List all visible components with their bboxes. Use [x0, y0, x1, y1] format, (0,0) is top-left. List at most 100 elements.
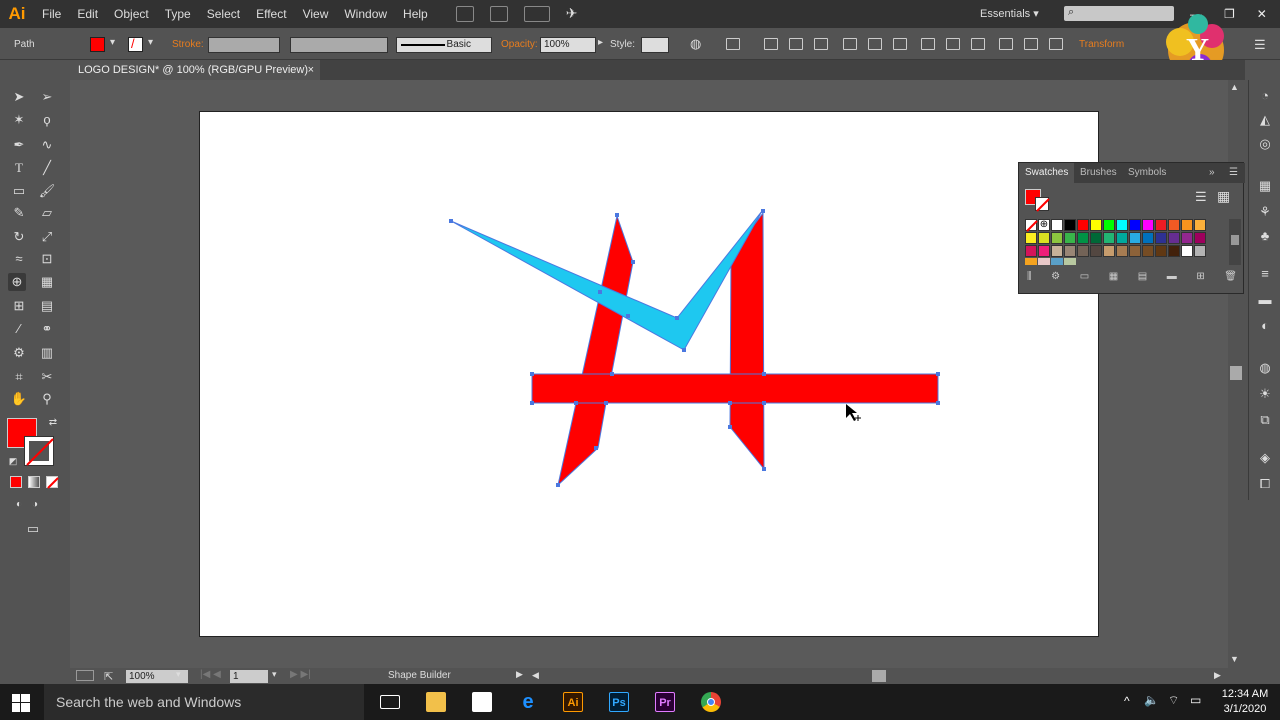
swatch-row2-5[interactable]	[1090, 232, 1102, 244]
export-icon[interactable]: ⇱	[104, 670, 113, 683]
swatch-row2-6[interactable]	[1103, 232, 1115, 244]
scroll-down-icon[interactable]: ▼	[1230, 654, 1239, 664]
swatch-row3-12[interactable]	[1181, 245, 1193, 257]
pen-tool-icon[interactable]: ✒	[10, 136, 28, 154]
left-red-leg[interactable]	[557, 214, 634, 487]
direct-selection-tool-icon[interactable]: ➢	[38, 88, 56, 106]
zoom-tool-icon[interactable]: ⚲	[38, 390, 56, 408]
swatch-row3-8[interactable]	[1129, 245, 1141, 257]
symbol-sprayer-tool-icon[interactable]: ⚙	[10, 344, 28, 362]
eraser-tool-icon[interactable]: ▱	[38, 204, 56, 222]
rotate-tool-icon[interactable]: ↻	[10, 228, 28, 246]
width-tool-icon[interactable]: ≈	[10, 250, 28, 268]
network-icon[interactable]: ⌔	[1168, 693, 1179, 708]
swatch-none[interactable]	[1025, 219, 1038, 232]
stroke-panel-icon[interactable]: ≡	[1257, 266, 1273, 282]
input-indicator-icon[interactable]: ▭	[1190, 693, 1201, 707]
taskbar-search-box[interactable]: Search the web and Windows	[44, 684, 364, 720]
swatch-row1-11[interactable]	[1194, 219, 1206, 231]
swatch-row1-5[interactable]	[1116, 219, 1128, 231]
gradient-panel-icon[interactable]: ▬	[1257, 292, 1273, 308]
type-tool-icon[interactable]: T	[10, 159, 28, 177]
tab-swatches[interactable]: Swatches	[1019, 163, 1075, 183]
change-screen-mode-icon[interactable]: ▭	[24, 520, 42, 538]
last-artboard-icon[interactable]: ▶ ▶|	[290, 669, 311, 680]
scale-tool-icon[interactable]: ⤢	[38, 228, 56, 246]
swatch-row3-3[interactable]	[1064, 245, 1076, 257]
blend-tool-icon[interactable]: ⚭	[38, 320, 56, 338]
perspective-grid-tool-icon[interactable]: ▦	[38, 273, 56, 291]
shape-builder-tool-icon[interactable]: ⊕	[8, 273, 26, 291]
swatch-row3-6[interactable]	[1103, 245, 1115, 257]
scroll-up-icon[interactable]: ▲	[1230, 82, 1239, 92]
color-guide-icon[interactable]: ◔	[1257, 88, 1273, 104]
swatch-options-icon[interactable]: ▦	[1109, 271, 1118, 287]
first-artboard-icon[interactable]: |◀ ◀	[200, 669, 221, 680]
list-view-icon[interactable]: ☰	[1195, 189, 1207, 205]
column-graph-tool-icon[interactable]: ▥	[38, 344, 56, 362]
none-mode-icon[interactable]	[46, 476, 59, 489]
delete-swatch-icon[interactable]: 🗑	[1224, 271, 1237, 287]
swatch-pattern-3[interactable]	[1051, 258, 1063, 265]
photoshop-icon[interactable]: Ps	[609, 692, 629, 712]
screen-mode-icon[interactable]: ◑	[26, 496, 44, 514]
cc-libraries-icon[interactable]: ⚙	[1051, 271, 1060, 287]
horizontal-scroll-thumb[interactable]	[872, 670, 886, 682]
task-view-icon[interactable]	[380, 695, 400, 709]
swatch-row1-0[interactable]	[1051, 219, 1063, 231]
color-mode-icon[interactable]	[10, 476, 22, 488]
line-segment-tool-icon[interactable]: ╱	[38, 159, 56, 177]
image-trace-icon[interactable]: ⧉	[1257, 412, 1273, 428]
show-hidden-icons-icon[interactable]: ^	[1124, 694, 1130, 708]
volume-icon[interactable]: 🔈	[1144, 693, 1159, 707]
swatch-row3-4[interactable]	[1077, 245, 1089, 257]
new-color-group-icon[interactable]: ▬	[1167, 271, 1177, 287]
gradient-mode-icon[interactable]	[28, 476, 40, 488]
curvature-tool-icon[interactable]: ∿	[38, 136, 56, 154]
premiere-icon[interactable]: Pr	[655, 692, 675, 712]
swatch-row2-0[interactable]	[1025, 232, 1037, 244]
swatch-row3-13[interactable]	[1194, 245, 1206, 257]
vertical-scroll-thumb[interactable]	[1230, 366, 1242, 380]
chrome-icon[interactable]	[701, 692, 721, 712]
selection-tool-icon[interactable]: ➤	[10, 88, 28, 106]
swatch-row3-5[interactable]	[1090, 245, 1102, 257]
symbols-icon[interactable]: ♣	[1257, 228, 1273, 244]
swap-fill-stroke-icon[interactable]: ⇄	[44, 414, 62, 432]
stroke-swatch[interactable]	[24, 436, 54, 466]
swatch-row2-13[interactable]	[1194, 232, 1206, 244]
panel-stroke-swatch[interactable]	[1035, 197, 1050, 212]
swatch-pattern-4[interactable]	[1064, 258, 1076, 265]
appearance-panel-icon[interactable]: ☀	[1257, 386, 1273, 402]
panel-options-icon[interactable]: ☰	[1223, 163, 1244, 183]
swatch-row3-1[interactable]	[1038, 245, 1050, 257]
artboard-dropdown-icon[interactable]: ▾	[272, 669, 277, 680]
swatch-libraries-icon[interactable]: ⫼	[1027, 271, 1032, 287]
swatch-row3-9[interactable]	[1142, 245, 1154, 257]
transparency-icon[interactable]: ◐	[1257, 318, 1273, 334]
swatch-scrollbar[interactable]	[1229, 219, 1241, 265]
swatch-row2-12[interactable]	[1181, 232, 1193, 244]
swatch-row2-8[interactable]	[1129, 232, 1141, 244]
status-menu-icon[interactable]: ▶	[516, 669, 523, 680]
artboard-tool-icon[interactable]: ⌗	[10, 368, 28, 386]
artboard-field[interactable]: 1	[230, 670, 268, 683]
panel-collapse-icon[interactable]: »	[1203, 163, 1221, 183]
graphic-styles-icon[interactable]: ◍	[1257, 360, 1273, 376]
swatch-row3-0[interactable]	[1025, 245, 1037, 257]
taskbar-clock[interactable]: 12:34 AM 3/1/2020	[1212, 687, 1278, 717]
layers-icon[interactable]: ◈	[1257, 450, 1273, 466]
swatch-row3-10[interactable]	[1155, 245, 1167, 257]
new-swatch-icon[interactable]: ⊞	[1196, 271, 1204, 287]
color-icon[interactable]: ◭	[1257, 112, 1273, 128]
swatch-row1-8[interactable]	[1155, 219, 1167, 231]
free-transform-tool-icon[interactable]: ⊡	[38, 250, 56, 268]
swatch-row1-9[interactable]	[1168, 219, 1180, 231]
mesh-tool-icon[interactable]: ⊞	[10, 297, 28, 315]
rectangle-tool-icon[interactable]: ▭	[10, 182, 28, 200]
thumbnail-view-icon[interactable]: ▦	[1217, 188, 1230, 205]
swatch-row2-7[interactable]	[1116, 232, 1128, 244]
file-explorer-icon[interactable]	[426, 692, 446, 712]
paintbrush-tool-icon[interactable]: 🖌	[38, 182, 56, 200]
slice-tool-icon[interactable]: ✂	[38, 368, 56, 386]
